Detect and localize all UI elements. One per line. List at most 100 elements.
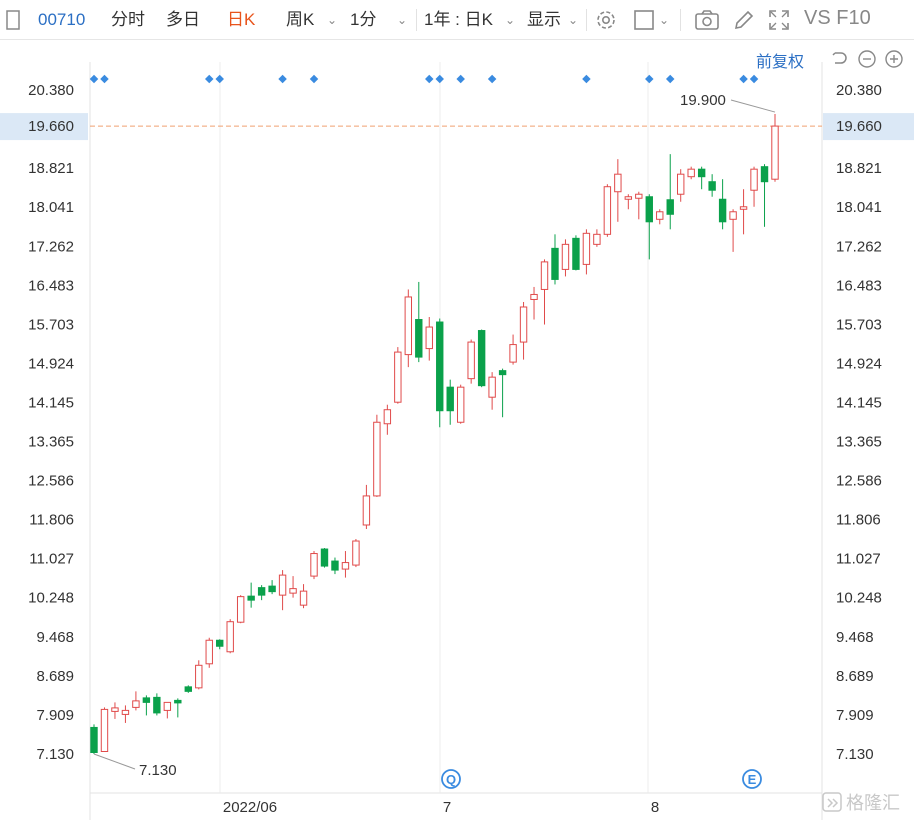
candle-body — [645, 196, 653, 223]
y-tick-label-left: 14.145 — [28, 394, 74, 411]
candle — [383, 404, 392, 435]
y-tick-label-left: 7.909 — [36, 707, 74, 724]
checkbox-icon[interactable] — [6, 10, 20, 35]
candle-body — [132, 700, 140, 708]
candle-body — [289, 588, 297, 594]
candle — [362, 484, 371, 529]
y-tick-label-right: 7.909 — [836, 707, 874, 724]
candle — [153, 693, 161, 716]
y-tick-label-left: 15.703 — [28, 316, 74, 333]
compare-f10-button[interactable]: VS F10 — [804, 7, 871, 29]
y-tick-label-left: 7.130 — [36, 746, 74, 763]
candle — [111, 702, 119, 719]
candle-body — [362, 495, 371, 526]
candle — [561, 239, 570, 277]
candle-body — [100, 708, 109, 752]
candle — [614, 159, 622, 222]
candle — [289, 576, 297, 598]
x-tick-label: 8 — [651, 799, 659, 816]
candle — [572, 235, 580, 271]
y-tick-label-right: 12.586 — [836, 473, 882, 490]
candle-body — [257, 587, 266, 596]
candle-body — [415, 319, 423, 358]
fullscreen-icon[interactable] — [767, 8, 791, 37]
event-circle-q[interactable]: Q — [441, 769, 461, 789]
candle-body — [184, 686, 192, 692]
candle-body — [551, 247, 559, 280]
chevron-down-icon[interactable]: ⌄ — [505, 13, 515, 27]
candle-body — [247, 595, 255, 601]
candle-body — [624, 196, 633, 200]
chevron-down-icon[interactable]: ⌄ — [397, 13, 407, 27]
range-selector[interactable]: 1年 : 日K — [424, 9, 493, 31]
candle — [278, 570, 287, 611]
event-diamond — [582, 74, 591, 84]
y-tick-label-left: 20.380 — [28, 82, 74, 99]
tab-intraday[interactable]: 分时 — [111, 9, 145, 31]
candle-body — [488, 376, 496, 398]
candle-body — [760, 166, 769, 183]
candle-body — [236, 596, 245, 623]
display-menu[interactable]: 显示 — [527, 9, 561, 31]
gear-icon[interactable] — [594, 8, 618, 37]
candle-body — [404, 296, 413, 356]
candle-body — [467, 341, 475, 380]
tab-1min[interactable]: 1分 — [350, 9, 376, 31]
candle-body — [278, 574, 287, 596]
candle — [132, 691, 140, 711]
y-tick-label-right: 18.821 — [836, 160, 882, 177]
tab-daily-k[interactable]: 日K — [227, 9, 255, 31]
candle-body — [90, 726, 98, 753]
y-tick-label-left: 11.806 — [29, 512, 74, 529]
event-diamond — [645, 74, 654, 84]
square-icon[interactable] — [633, 9, 655, 36]
chevron-down-icon[interactable]: ⌄ — [568, 13, 578, 27]
candle-body — [582, 232, 591, 265]
event-diamond — [205, 74, 214, 84]
candle-body — [310, 553, 318, 577]
pencil-icon[interactable] — [732, 8, 756, 37]
candle — [519, 301, 528, 360]
candle-body — [341, 562, 350, 570]
candlestick-chart: Q E 2022/06 7 8 20.380 20.380 19.660 19.660 18.8… — [0, 62, 914, 820]
candle-body — [708, 181, 716, 191]
y-tick-label-right: 14.924 — [836, 355, 882, 372]
candle-body — [750, 168, 758, 191]
candle-body — [299, 590, 308, 606]
chevron-down-icon[interactable]: ⌄ — [327, 13, 337, 27]
tab-multi-day[interactable]: 多日 — [166, 9, 200, 31]
chevron-down-icon[interactable]: ⌄ — [659, 13, 669, 27]
candle — [310, 551, 318, 580]
event-diamond — [665, 74, 675, 84]
candle — [446, 379, 454, 425]
candle-body — [729, 211, 737, 220]
toolbar: 00710 分时 多日 日K 周K ⌄ 1分 ⌄ 1年 : 日K ⌄ 显示 ⌄ … — [0, 0, 914, 40]
y-tick-label-left: 8.689 — [36, 668, 74, 685]
candle — [90, 724, 98, 754]
y-tick-label-right: 11.806 — [836, 512, 881, 529]
tab-weekly-k[interactable]: 周K — [286, 9, 314, 31]
event-diamond — [456, 74, 465, 84]
event-diamond — [435, 74, 444, 84]
candle-body — [519, 306, 528, 343]
event-circle-label: E — [748, 772, 757, 787]
candle — [436, 318, 444, 428]
candle-body — [687, 168, 695, 178]
y-tick-label-left: 10.248 — [28, 590, 74, 607]
candle-body — [425, 326, 433, 350]
candle-body — [153, 696, 161, 714]
candle-body — [498, 370, 507, 376]
event-circle-e[interactable]: E — [742, 769, 762, 789]
candle — [687, 166, 695, 180]
candle — [100, 707, 109, 752]
event-diamond — [278, 74, 287, 84]
y-tick-label-left: 14.924 — [28, 355, 74, 372]
candle — [697, 166, 706, 190]
event-diamond — [309, 74, 319, 84]
candle — [268, 580, 276, 595]
camera-icon[interactable] — [694, 8, 720, 37]
y-tick-label-right: 9.468 — [836, 629, 874, 646]
candle — [593, 229, 601, 247]
y-tick-label-right: 20.380 — [836, 82, 882, 99]
candle-body — [656, 211, 664, 220]
